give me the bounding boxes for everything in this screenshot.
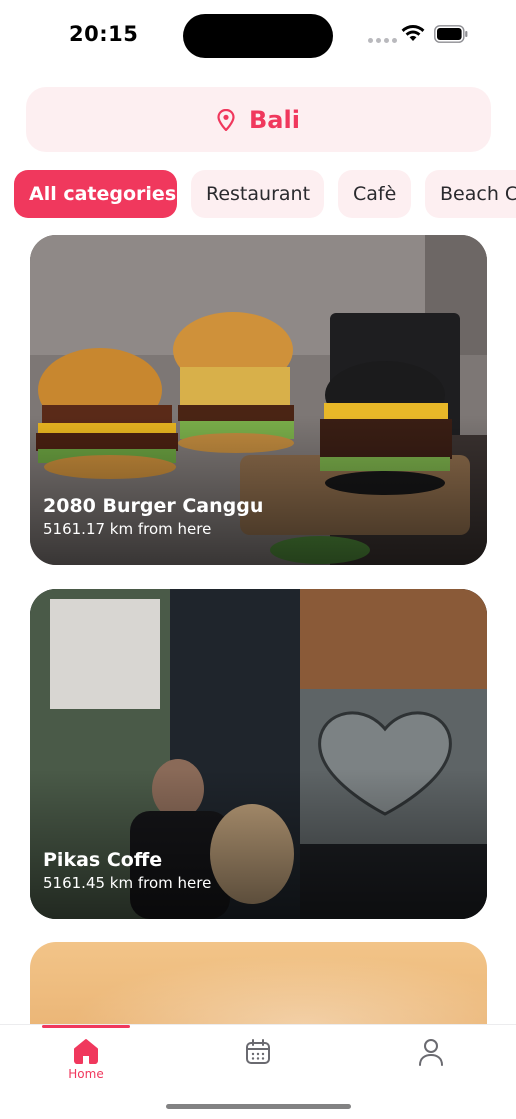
tab-bookings[interactable] <box>214 1025 302 1095</box>
card-gradient <box>30 769 487 919</box>
location-label: Bali <box>249 105 300 134</box>
category-chip-all[interactable]: All categories <box>14 170 177 218</box>
category-chip-cafe[interactable]: Cafè <box>338 170 411 218</box>
tab-profile[interactable] <box>387 1025 475 1095</box>
tab-home[interactable]: Home <box>42 1025 130 1095</box>
wifi-icon <box>401 25 425 41</box>
category-filter-bar: All categories Restaurant Cafè Beach Clu… <box>0 170 516 218</box>
home-indicator <box>166 1104 351 1109</box>
place-distance: 5161.45 km from here <box>43 874 212 892</box>
place-card[interactable]: Pikas Coffe 5161.45 km from here <box>30 589 487 919</box>
home-icon <box>74 1039 98 1064</box>
calendar-icon <box>246 1039 270 1064</box>
place-name: Pikas Coffe <box>43 849 163 871</box>
user-icon <box>419 1039 443 1066</box>
status-bar: 20:15 <box>0 0 516 70</box>
status-time: 20:15 <box>69 22 139 46</box>
card-gradient <box>30 415 487 565</box>
location-selector[interactable]: Bali <box>26 87 491 152</box>
cellular-signal-icon <box>368 38 397 43</box>
place-card[interactable]: 2080 Burger Canggu 5161.17 km from here <box>30 235 487 565</box>
category-chip-restaurant[interactable]: Restaurant <box>191 170 324 218</box>
place-distance: 5161.17 km from here <box>43 520 212 538</box>
battery-icon <box>434 25 468 43</box>
place-name: 2080 Burger Canggu <box>43 495 264 517</box>
tab-home-label: Home <box>68 1067 104 1081</box>
category-chip-beach-club[interactable]: Beach Club <box>425 170 516 218</box>
dynamic-island <box>183 14 333 58</box>
map-pin-icon <box>217 108 235 131</box>
